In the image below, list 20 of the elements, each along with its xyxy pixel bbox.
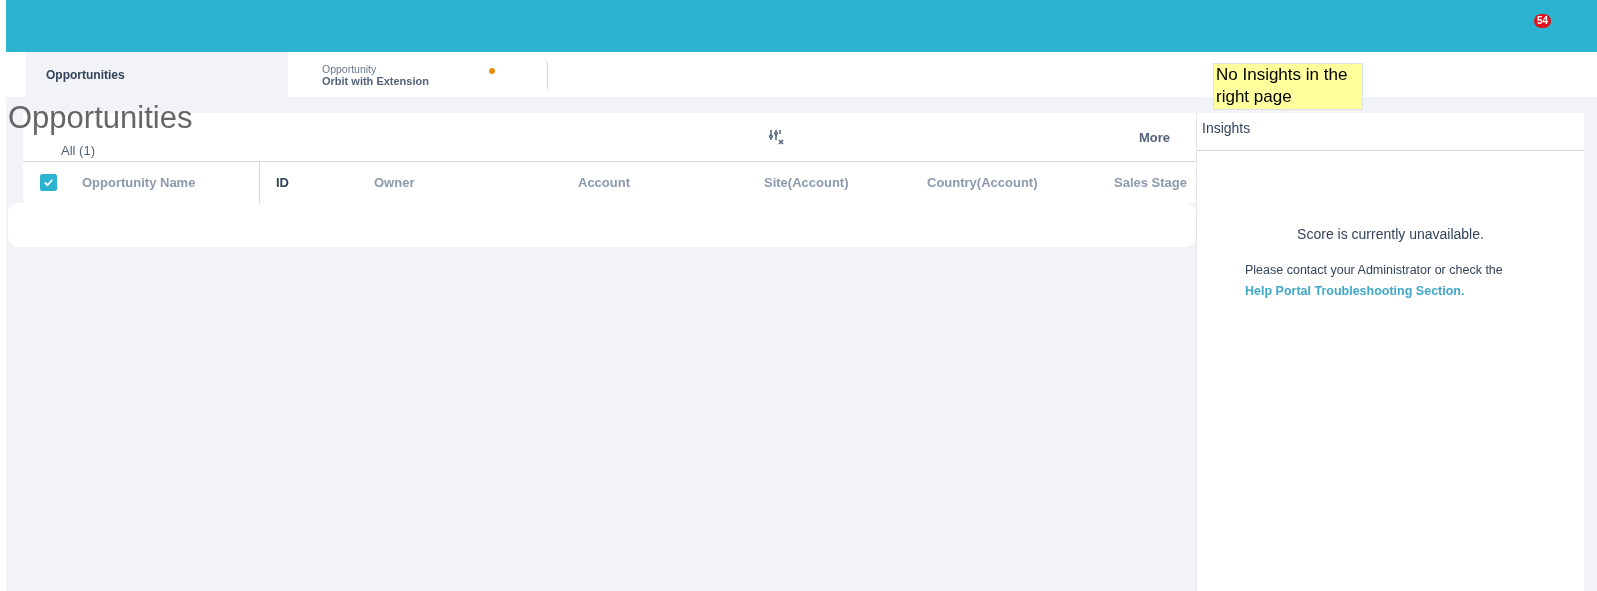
sticky-note: No Insights in the right page bbox=[1213, 63, 1363, 110]
notification-badge: 54 bbox=[1534, 14, 1552, 28]
panel-title: Insights bbox=[1197, 113, 1584, 151]
column-header[interactable]: Country(Account) bbox=[927, 175, 1038, 190]
column-header[interactable]: Account bbox=[578, 175, 630, 190]
column-header[interactable]: Sales Stage bbox=[1114, 175, 1187, 190]
status-text: Score is currently unavailable. bbox=[1296, 226, 1485, 242]
column-header[interactable]: Opportunity Name bbox=[82, 175, 196, 190]
tab[interactable]: Opportunity Orbit with Extension bbox=[288, 60, 548, 89]
tab[interactable]: Opportunities bbox=[26, 52, 288, 97]
checkmark-icon bbox=[43, 177, 54, 188]
more-button[interactable]: More bbox=[1138, 129, 1170, 145]
column-header[interactable]: Site(Account) bbox=[764, 175, 849, 190]
help-message: Please contact your Administrator or check the Help Portal Troubleshooting Section. bbox=[1245, 262, 1504, 300]
column-header[interactable]: ID bbox=[276, 175, 289, 190]
help-link[interactable]: Help Portal Troubleshooting Section. bbox=[1245, 284, 1465, 298]
select-all-checkbox[interactable] bbox=[40, 174, 57, 191]
filter-settings-icon[interactable] bbox=[767, 129, 784, 145]
page-title: Opportunities bbox=[8, 103, 193, 133]
column-header[interactable]: Owner bbox=[374, 175, 415, 190]
